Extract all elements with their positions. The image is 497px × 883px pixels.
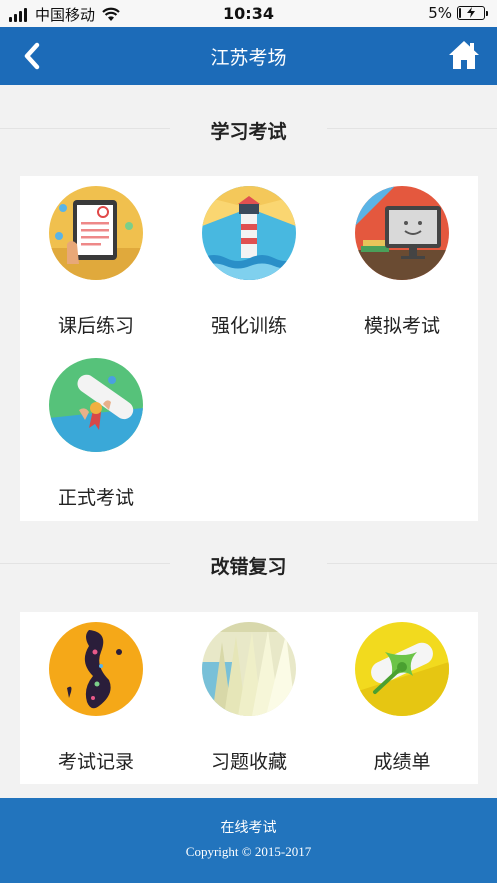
- book-pages-icon: [202, 622, 296, 716]
- home-button[interactable]: [447, 38, 481, 72]
- tile-exam-records[interactable]: 考试记录: [20, 622, 172, 782]
- section-title: 学习考试: [210, 121, 287, 143]
- tablet-exercise-icon: [49, 186, 143, 280]
- tile-question-favorites[interactable]: 习题收藏: [173, 622, 325, 782]
- page-title: 江苏考场: [210, 47, 287, 69]
- tile-intensive-training[interactable]: 强化训练: [173, 186, 325, 346]
- home-icon: [449, 41, 479, 69]
- tile-mock-exam[interactable]: 模拟考试: [326, 186, 478, 346]
- tile-formal-exam[interactable]: 正式考试: [20, 358, 172, 518]
- monitor-icon: [355, 186, 449, 280]
- tile-label: 课后练习: [57, 315, 134, 337]
- tile-label: 考试记录: [57, 751, 134, 773]
- footer-copyright: Copyright © 2015-2017: [185, 844, 312, 859]
- study-card: 课后练习 强化训练 模拟考试 正式考试: [20, 176, 478, 521]
- section-header-review: 改错复习: [0, 545, 497, 581]
- footer: 在线考试 Copyright © 2015-2017: [0, 798, 497, 883]
- status-time: 10:34: [223, 4, 274, 23]
- battery-fill: [459, 8, 461, 18]
- tile-label: 成绩单: [373, 751, 431, 773]
- section-title: 改错复习: [210, 556, 287, 578]
- tile-label: 习题收藏: [210, 751, 287, 773]
- lighthouse-icon: [202, 186, 296, 280]
- record-icon: [49, 622, 143, 716]
- tile-label: 强化训练: [210, 315, 287, 337]
- review-card: 考试记录 习题收藏 成绩单: [20, 612, 478, 784]
- section-header-study: 学习考试: [0, 110, 497, 146]
- status-right: 5%: [428, 4, 488, 22]
- certificate-icon: [355, 622, 449, 716]
- battery-icon: [457, 6, 488, 20]
- battery-percent: 5%: [428, 4, 452, 22]
- nav-bar: 江苏考场: [0, 27, 497, 85]
- footer-title: 在线考试: [220, 820, 277, 836]
- tile-label: 模拟考试: [363, 315, 440, 337]
- tile-label: 正式考试: [57, 487, 134, 509]
- diploma-icon: [49, 358, 143, 452]
- status-bar: 中国移动 10:34 5%: [0, 0, 497, 27]
- tile-transcript[interactable]: 成绩单: [326, 622, 478, 782]
- tile-homework-practice[interactable]: 课后练习: [20, 186, 172, 346]
